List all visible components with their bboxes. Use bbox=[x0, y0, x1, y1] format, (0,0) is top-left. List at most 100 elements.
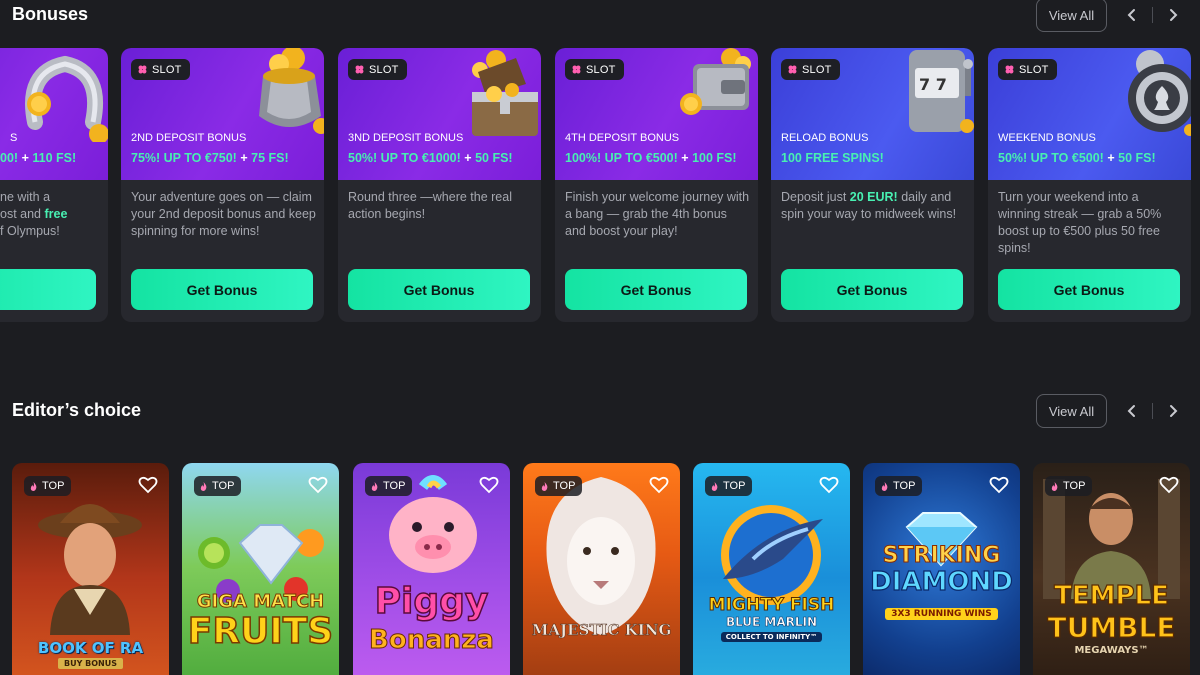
game-tile[interactable]: TOP STRIKING DIAMOND 3X3 RUNNING WINS bbox=[863, 463, 1020, 675]
bonus-description: Your adventure goes on — claim your 2nd … bbox=[131, 190, 316, 238]
bonus-subtitle: 2ND DEPOSIT BONUS bbox=[131, 132, 247, 144]
chevron-left-icon[interactable] bbox=[1120, 3, 1144, 27]
bonus-card: SLOT 3ND DEPOSIT BONUS 50%! UP TO €1000!… bbox=[338, 48, 541, 322]
slot-badge: SLOT bbox=[998, 59, 1057, 80]
heart-icon[interactable] bbox=[1159, 476, 1179, 494]
heart-icon[interactable] bbox=[479, 476, 499, 494]
bonuses-carousel-nav bbox=[1120, 3, 1185, 27]
editors-choice-carousel: TOP BOOK OF RA BUY BONUS TOP GIGA MATCH … bbox=[0, 463, 1200, 675]
flame-icon bbox=[881, 481, 888, 491]
top-badge: TOP bbox=[535, 476, 583, 496]
svg-text:7 7: 7 7 bbox=[919, 75, 947, 94]
horseshoe-icon bbox=[25, 55, 108, 142]
top-badge: TOP bbox=[194, 476, 242, 496]
editors-choice-view-all-button[interactable]: View All bbox=[1036, 394, 1107, 428]
game-logo: TEMPLE bbox=[1054, 580, 1170, 611]
game-logo: MAJESTIC KING bbox=[531, 621, 672, 640]
bonus-description: ne with a ost and free f Olympus! bbox=[0, 190, 68, 238]
editors-choice-section-title: Editor’s choice bbox=[12, 400, 142, 420]
heart-icon[interactable] bbox=[138, 476, 158, 494]
clover-icon bbox=[1005, 65, 1014, 74]
game-tile[interactable]: TOP BOOK OF RA BUY BONUS bbox=[12, 463, 169, 675]
bonus-subtitle: 3ND DEPOSIT BONUS bbox=[348, 132, 464, 144]
get-bonus-button[interactable]: onus bbox=[0, 269, 96, 310]
bonus-card: S 00! + 110 FS! ne with a ost and free f… bbox=[0, 48, 108, 322]
game-logo-sub: Bonanza bbox=[369, 625, 495, 656]
clover-icon bbox=[572, 65, 581, 74]
flame-icon bbox=[371, 481, 378, 491]
top-badge: TOP bbox=[365, 476, 413, 496]
game-logo-tagline: 3X3 RUNNING WINS bbox=[863, 608, 1020, 620]
top-badge: TOP bbox=[705, 476, 753, 496]
bonuses-section-title: Bonuses bbox=[12, 4, 89, 24]
bonus-description: Deposit just 20 EUR! daily and spin your… bbox=[781, 190, 957, 221]
editors-choice-carousel-nav bbox=[1120, 399, 1185, 423]
bonus-card-hero: SLOT 7 7 RELOAD BONUS 100 FREE SPINS! bbox=[771, 48, 974, 180]
heart-icon[interactable] bbox=[819, 476, 839, 494]
bonus-subtitle: WEEKEND BONUS bbox=[998, 132, 1096, 144]
game-logo-sub: TUMBLE bbox=[1047, 610, 1176, 644]
bonus-description: Finish your welcome journey with a bang … bbox=[565, 190, 750, 238]
bonus-subtitle: RELOAD BONUS bbox=[781, 132, 869, 144]
bonus-subtitle: S bbox=[10, 132, 18, 144]
white-lion-icon bbox=[546, 477, 656, 635]
clover-icon bbox=[788, 65, 797, 74]
bonus-offer: 100%! UP TO €500! + 100 FS! bbox=[565, 151, 737, 165]
game-logo: MIGHTY FISH bbox=[708, 595, 835, 616]
get-bonus-button[interactable]: Get Bonus bbox=[565, 269, 747, 310]
game-tile[interactable]: TOP MAJESTIC KING bbox=[523, 463, 680, 675]
bonus-card: SLOT 7 7 RELOAD BONUS 100 FREE SPINS! De… bbox=[771, 48, 974, 322]
slot-badge: SLOT bbox=[348, 59, 407, 80]
top-badge: TOP bbox=[24, 476, 72, 496]
slot-badge: SLOT bbox=[131, 59, 190, 80]
chevron-right-icon[interactable] bbox=[1161, 399, 1185, 423]
bonuses-carousel: S 00! + 110 FS! ne with a ost and free f… bbox=[0, 48, 1200, 322]
game-logo-tagline: COLLECT TO INFINITY™ bbox=[693, 632, 850, 642]
game-logo: Piggy bbox=[374, 580, 489, 623]
bonus-card-hero: SLOT 4TH DEPOSIT BONUS 100%! UP TO €500!… bbox=[555, 48, 758, 180]
flame-icon bbox=[711, 481, 718, 491]
slot-badge: SLOT bbox=[565, 59, 624, 80]
chevron-right-icon[interactable] bbox=[1161, 3, 1185, 27]
game-logo: STRIKING bbox=[882, 543, 1001, 569]
bonus-card: SLOT 4TH DEPOSIT BONUS 100%! UP TO €500!… bbox=[555, 48, 758, 322]
poker-chip-icon bbox=[1128, 50, 1191, 136]
heart-icon[interactable] bbox=[649, 476, 669, 494]
game-logo: GIGA MATCH bbox=[196, 591, 325, 613]
flame-icon bbox=[541, 481, 548, 491]
heart-icon[interactable] bbox=[308, 476, 328, 494]
flame-icon bbox=[1051, 481, 1058, 491]
treasure-chest-icon bbox=[472, 50, 538, 136]
get-bonus-button[interactable]: Get Bonus bbox=[781, 269, 963, 310]
flame-icon bbox=[30, 481, 37, 491]
clover-icon bbox=[355, 65, 364, 74]
game-tile[interactable]: TOP TEMPLE TUMBLE MEGAWAYS™ bbox=[1033, 463, 1190, 675]
game-tile[interactable]: TOP MIGHTY FISH BLUE MARLIN COLLECT TO I… bbox=[693, 463, 850, 675]
game-tile[interactable]: TOP GIGA MATCH FRUITS bbox=[182, 463, 339, 675]
bonus-offer: 50%! UP TO €1000! + 50 FS! bbox=[348, 151, 513, 165]
nav-divider bbox=[1152, 7, 1153, 23]
game-logo-sub: BUY BONUS bbox=[12, 658, 169, 669]
bonus-offer: 00! + 110 FS! bbox=[0, 151, 77, 165]
bonus-card-hero: S 00! + 110 FS! bbox=[0, 48, 108, 180]
bonus-description: Round three —where the real action begin… bbox=[348, 190, 512, 221]
flame-icon bbox=[200, 481, 207, 491]
clover-icon bbox=[138, 65, 147, 74]
bonus-description: Turn your weekend into a winning streak … bbox=[998, 190, 1162, 255]
get-bonus-button[interactable]: Get Bonus bbox=[131, 269, 313, 310]
slot-machine-icon: 7 7 bbox=[909, 50, 974, 133]
bonuses-view-all-button[interactable]: View All bbox=[1036, 0, 1107, 32]
game-tile[interactable]: TOP Piggy Bonanza bbox=[353, 463, 510, 675]
get-bonus-button[interactable]: Get Bonus bbox=[998, 269, 1180, 310]
heart-icon[interactable] bbox=[989, 476, 1009, 494]
game-logo-sub: BLUE MARLIN bbox=[725, 615, 818, 630]
bonus-card: SLOT 2ND DEPOSIT BONUS 75%! UP TO €750! … bbox=[121, 48, 324, 322]
get-bonus-button[interactable]: Get Bonus bbox=[348, 269, 530, 310]
game-logo-tagline: MEGAWAYS™ bbox=[1074, 645, 1149, 656]
game-logo-sub: FRUITS bbox=[187, 610, 334, 653]
bonus-card-hero: SLOT 3ND DEPOSIT BONUS 50%! UP TO €1000!… bbox=[338, 48, 541, 180]
chevron-left-icon[interactable] bbox=[1120, 399, 1144, 423]
coin-pot-icon bbox=[259, 48, 324, 134]
diamond-fruits-icon bbox=[198, 524, 324, 603]
top-badge: TOP bbox=[1045, 476, 1093, 496]
